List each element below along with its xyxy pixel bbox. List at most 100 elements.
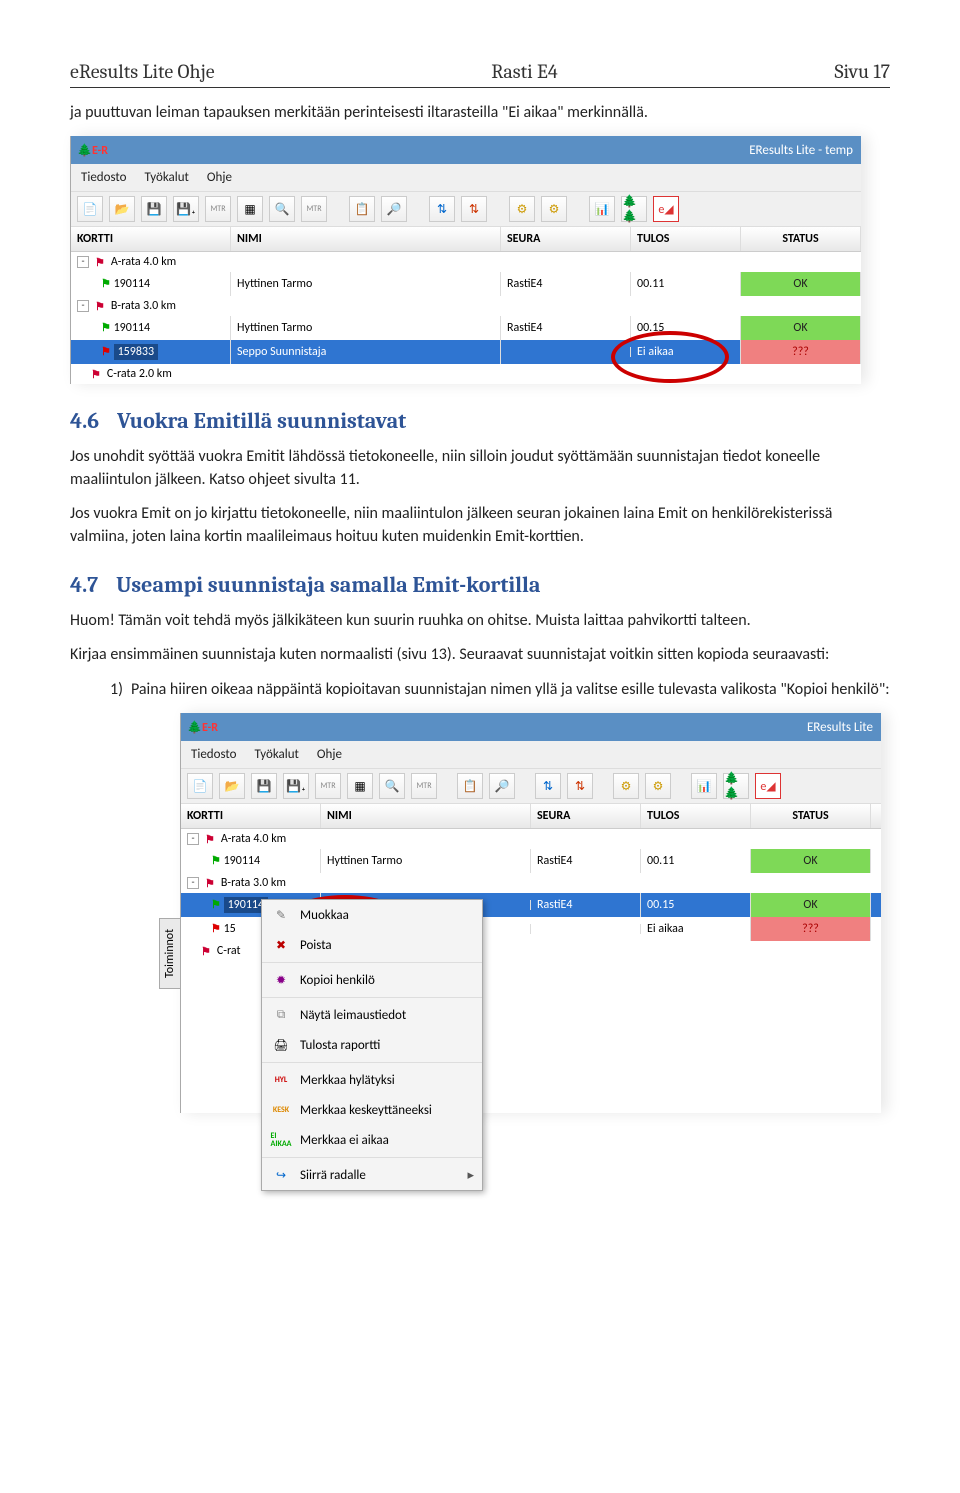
- toolbar-chart-icon[interactable]: 📊: [589, 196, 615, 222]
- toolbar-chart-icon[interactable]: 📊: [691, 773, 717, 799]
- expander-icon[interactable]: -: [77, 300, 89, 312]
- runner-row-2[interactable]: ⚑ 190114 Hyttinen Tarmo RastiE4 00.15 OK: [71, 316, 861, 340]
- hyl-icon: HYL: [272, 1071, 290, 1089]
- menu-help[interactable]: Ohje: [317, 747, 342, 762]
- toolbar-list-icon[interactable]: 📋: [457, 773, 483, 799]
- status-badge-error: ???: [741, 340, 861, 364]
- p-46-2: Jos vuokra Emit on jo kirjattu tietokone…: [70, 503, 890, 548]
- expander-icon[interactable]: -: [187, 877, 199, 889]
- runner-emit-err-icon: ⚑: [101, 345, 111, 358]
- toolbar-search-icon[interactable]: 🔎: [489, 773, 515, 799]
- eiaikaa-icon: EIAIKAA: [272, 1131, 290, 1149]
- toolbar-find-icon[interactable]: 🔍: [379, 773, 405, 799]
- window-title-1: EResults Lite - temp: [749, 143, 853, 158]
- col-kortti[interactable]: KORTTI: [181, 804, 321, 828]
- ctx-mark-dnf[interactable]: KESK Merkkaa keskeyttäneeksi: [262, 1095, 482, 1125]
- col-nimi[interactable]: NIMI: [321, 804, 531, 828]
- class-flag-icon: ⚑: [201, 945, 211, 958]
- actions-side-tab[interactable]: Toiminnot: [159, 918, 181, 989]
- toolbar-new-icon[interactable]: 📄: [187, 773, 213, 799]
- ctx-move-class[interactable]: ↪ Siirrä radalle ▸: [262, 1160, 482, 1190]
- runner-emit-icon: ⚑: [101, 277, 111, 290]
- toolbar-find-icon[interactable]: 🔍: [269, 196, 295, 222]
- menu-file[interactable]: Tiedosto: [191, 747, 237, 762]
- class-row-b2[interactable]: - ⚑ B-rata 3.0 km: [181, 873, 881, 893]
- toolbar-gear2-icon[interactable]: ⚙: [645, 773, 671, 799]
- status-badge-ok: OK: [741, 316, 861, 340]
- delete-icon: ✖: [272, 936, 290, 954]
- ctx-delete[interactable]: ✖ Poista: [262, 930, 482, 960]
- col-seura[interactable]: SEURA: [531, 804, 641, 828]
- expander-icon[interactable]: -: [187, 833, 199, 845]
- ctx-show-punches[interactable]: ⧉ Näytä leimaustiedot: [262, 1000, 482, 1030]
- menu-file[interactable]: Tiedosto: [81, 170, 127, 185]
- runner-row-1[interactable]: ⚑ 190114 Hyttinen Tarmo RastiE4 00.11 OK: [71, 272, 861, 296]
- class-row-a[interactable]: - ⚑ A-rata 4.0 km: [71, 252, 861, 272]
- toolbar-save-db-icon[interactable]: 💾₊: [173, 196, 199, 222]
- toolbar-save-icon[interactable]: 💾: [251, 773, 277, 799]
- menubar-2: Tiedosto Työkalut Ohje: [181, 741, 881, 768]
- ctx-mark-dsq[interactable]: HYL Merkkaa hylätyksi: [262, 1065, 482, 1095]
- col-status[interactable]: STATUS: [741, 227, 861, 251]
- toolbar-gear-icon[interactable]: ⚙: [613, 773, 639, 799]
- col-tulos[interactable]: TULOS: [641, 804, 751, 828]
- toolbar-save-db-icon[interactable]: 💾₊: [283, 773, 309, 799]
- toolbar-sort1-icon[interactable]: ⇅: [535, 773, 561, 799]
- toolbar-grid-icon[interactable]: ▦: [347, 773, 373, 799]
- col-status[interactable]: STATUS: [751, 804, 871, 828]
- toolbar-open-icon[interactable]: 📂: [109, 196, 135, 222]
- class-row-c[interactable]: ⚑ C-rata 2.0 km: [71, 364, 861, 384]
- class-flag-icon: ⚑: [205, 877, 215, 890]
- toolbar-emit-icon[interactable]: e◢: [653, 196, 679, 222]
- header-left: eResults Lite Ohje: [70, 60, 215, 83]
- col-kortti[interactable]: KORTTI: [71, 227, 231, 251]
- toolbar-trees-icon[interactable]: 🌲🌲: [621, 196, 647, 222]
- app-logo-icon: 🌲E-R: [187, 720, 218, 735]
- toolbar-new-icon[interactable]: 📄: [77, 196, 103, 222]
- toolbar-emit-icon[interactable]: e◢: [755, 773, 781, 799]
- toolbar-sort2-icon[interactable]: ⇅: [461, 196, 487, 222]
- col-seura[interactable]: SEURA: [501, 227, 631, 251]
- toolbar-search-icon[interactable]: 🔎: [381, 196, 407, 222]
- page-header: eResults Lite Ohje Rasti E4 Sivu 17: [70, 60, 890, 88]
- class-row-b[interactable]: - ⚑ B-rata 3.0 km: [71, 296, 861, 316]
- toolbar-save-icon[interactable]: 💾: [141, 196, 167, 222]
- expander-icon[interactable]: -: [77, 256, 89, 268]
- kesk-icon: KESK: [272, 1101, 290, 1119]
- toolbar-sort1-icon[interactable]: ⇅: [429, 196, 455, 222]
- print-icon: 🖨: [272, 1036, 290, 1054]
- screenshot-2: 🌲E-R EResults Lite Tiedosto Työkalut Ohj…: [180, 713, 881, 1113]
- toolbar-trees-icon[interactable]: 🌲🌲: [723, 773, 749, 799]
- menu-tools[interactable]: Työkalut: [255, 747, 299, 762]
- toolbar-grid-icon[interactable]: ▦: [237, 196, 263, 222]
- ctx-print-report[interactable]: 🖨 Tulosta raportti: [262, 1030, 482, 1060]
- toolbar-mtr-icon[interactable]: MTR: [315, 773, 341, 799]
- runner-row-3-selected[interactable]: ⚑ 159833 Seppo Suunnistaja Ei aikaa ???: [71, 340, 861, 364]
- ctx-mark-notime[interactable]: EIAIKAA Merkkaa ei aikaa: [262, 1125, 482, 1155]
- class-flag-icon: ⚑: [91, 368, 101, 381]
- toolbar-gear2-icon[interactable]: ⚙: [541, 196, 567, 222]
- toolbar-mtr-icon[interactable]: MTR: [205, 196, 231, 222]
- toolbar-2: 📄 📂 💾 💾₊ MTR ▦ 🔍 MTR 📋 🔎 ⇅ ⇅ ⚙ ⚙ 📊 🌲🌲 e◢: [181, 768, 881, 804]
- toolbar-1: 📄 📂 💾 💾₊ MTR ▦ 🔍 MTR 📋 🔎 ⇅ ⇅ ⚙ ⚙ 📊 🌲🌲 e◢: [71, 191, 861, 227]
- toolbar-list-icon[interactable]: 📋: [349, 196, 375, 222]
- toolbar-gear-icon[interactable]: ⚙: [509, 196, 535, 222]
- p-46-1: Jos unohdit syöttää vuokra Emitit lähdös…: [70, 446, 890, 491]
- context-menu: ✎ Muokkaa ✖ Poista ✹ Kopioi henkilö ⧉ Nä…: [261, 899, 483, 1191]
- ctx-copy-person[interactable]: ✹ Kopioi henkilö: [262, 965, 482, 995]
- toolbar-sort2-icon[interactable]: ⇅: [567, 773, 593, 799]
- screenshot-1: 🌲E-R EResults Lite - temp Tiedosto Työka…: [70, 136, 861, 384]
- menu-tools[interactable]: Työkalut: [145, 170, 189, 185]
- class-row-a2[interactable]: - ⚑ A-rata 4.0 km: [181, 829, 881, 849]
- toolbar-mtr2-icon[interactable]: MTR: [411, 773, 437, 799]
- col-nimi[interactable]: NIMI: [231, 227, 501, 251]
- menu-help[interactable]: Ohje: [207, 170, 232, 185]
- col-tulos[interactable]: TULOS: [631, 227, 741, 251]
- ctx-edit[interactable]: ✎ Muokkaa: [262, 900, 482, 930]
- toolbar-open-icon[interactable]: 📂: [219, 773, 245, 799]
- class-flag-icon: ⚑: [205, 833, 215, 846]
- table-header-2: KORTTI NIMI SEURA TULOS STATUS: [181, 804, 881, 829]
- toolbar-mtr2-icon[interactable]: MTR: [301, 196, 327, 222]
- runner-row-a1[interactable]: ⚑ 190114 Hyttinen Tarmo RastiE4 00.11 OK: [181, 849, 881, 873]
- header-center: Rasti E4: [491, 60, 557, 83]
